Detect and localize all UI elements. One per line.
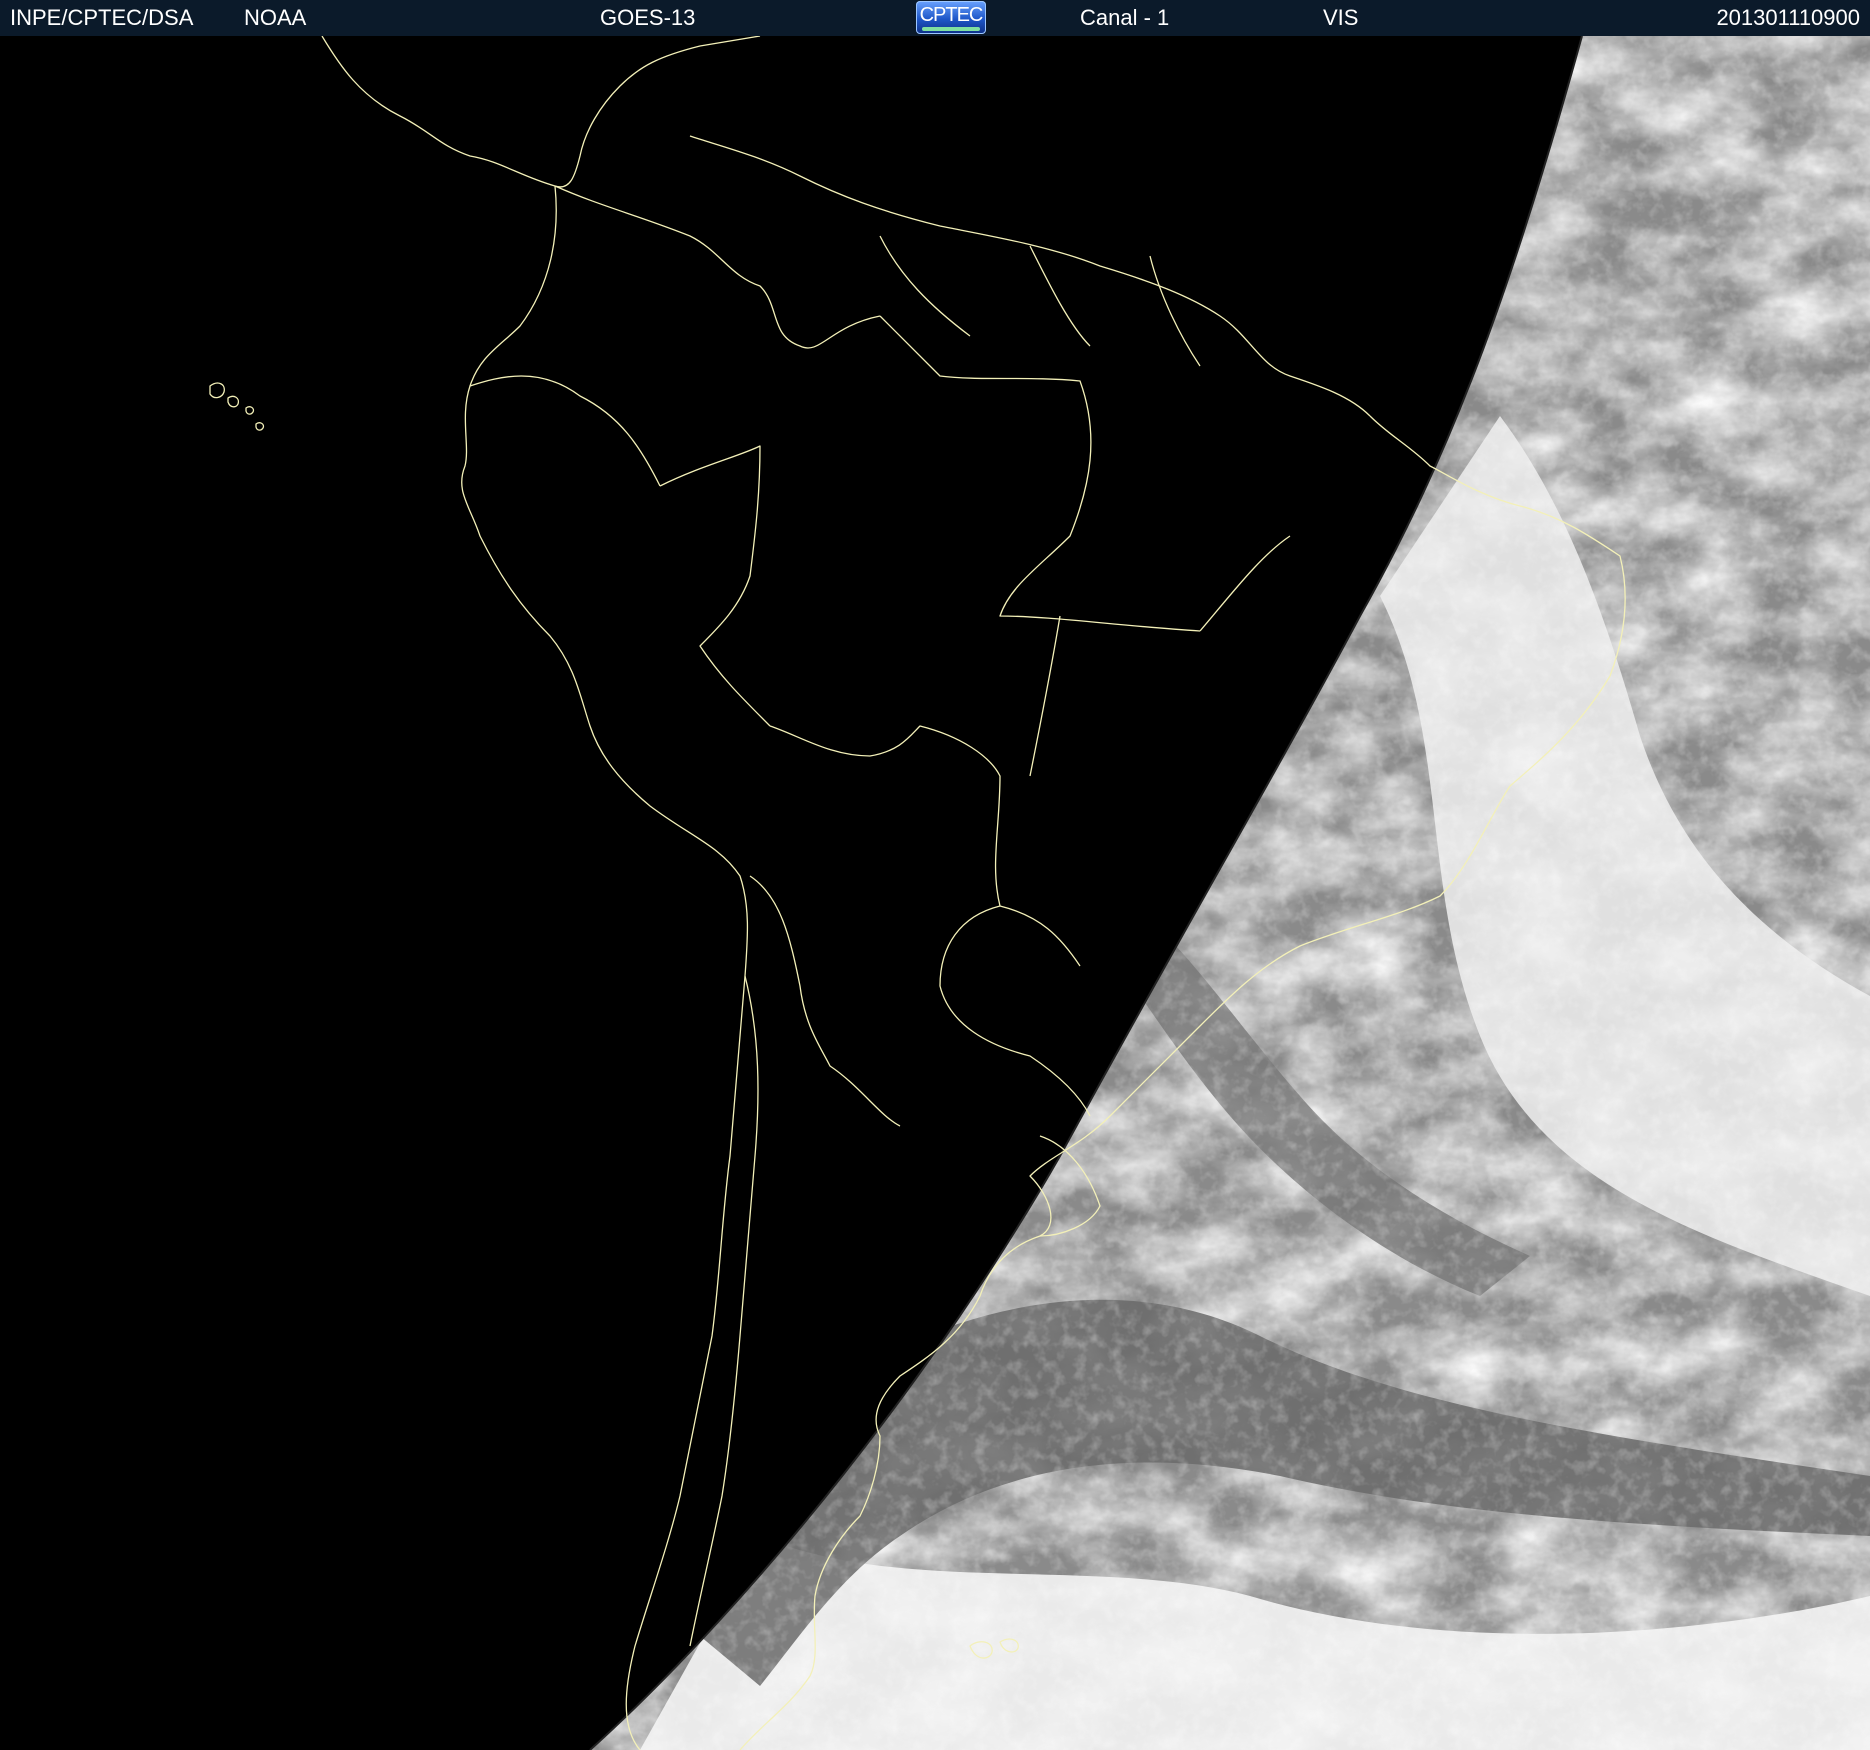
- satellite-image-viewer: INPE/CPTEC/DSA NOAA GOES-13 CPTEC Canal …: [0, 0, 1870, 1750]
- logo-swoosh: [922, 27, 980, 31]
- header-bar: INPE/CPTEC/DSA NOAA GOES-13 CPTEC Canal …: [0, 0, 1870, 37]
- agency-label: INPE/CPTEC/DSA: [10, 5, 194, 30]
- band-label: VIS: [1323, 5, 1359, 30]
- channel-label: Canal - 1: [1080, 5, 1170, 30]
- satellite-map: [0, 36, 1870, 1750]
- logo-text: CPTEC: [919, 4, 984, 26]
- cptec-logo: CPTEC: [916, 1, 986, 34]
- satellite-label: GOES-13: [600, 5, 696, 30]
- timestamp-label: 201301110900: [1716, 5, 1860, 30]
- source-label: NOAA: [244, 5, 307, 30]
